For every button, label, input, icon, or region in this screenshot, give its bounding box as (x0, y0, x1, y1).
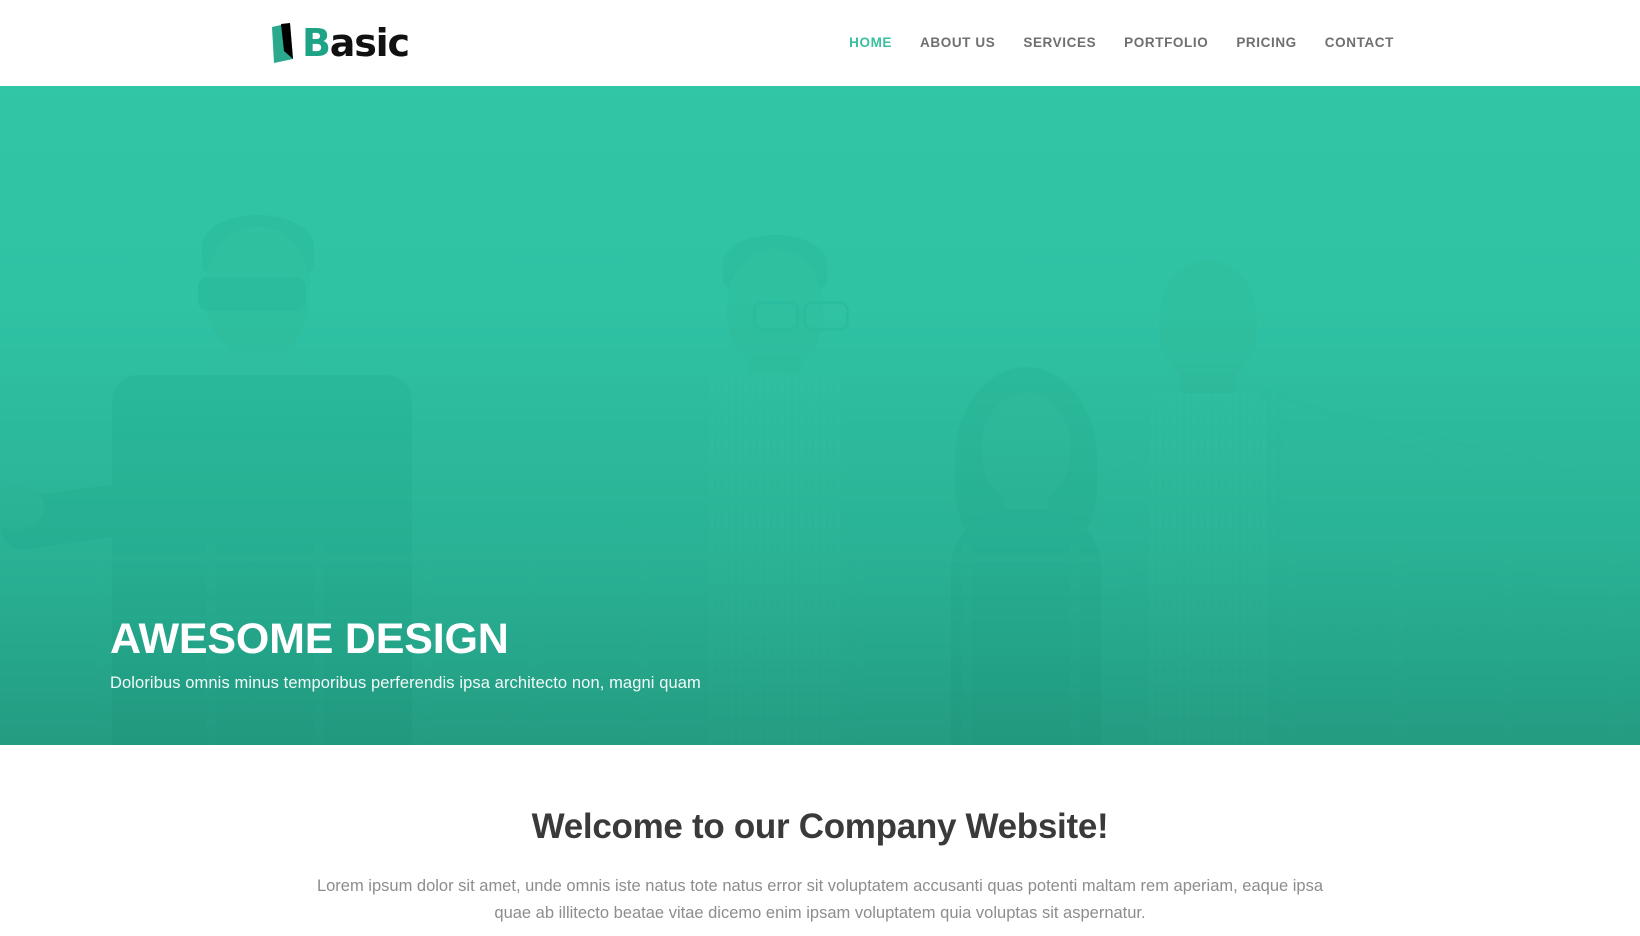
nav-item-about-us[interactable]: ABOUT US (906, 0, 1009, 86)
brand-logo[interactable]: Basic (268, 18, 410, 68)
nav-item-pricing[interactable]: PRICING (1222, 0, 1310, 86)
brand-text: Basic (302, 21, 410, 65)
nav-item-portfolio[interactable]: PORTFOLIO (1110, 0, 1222, 86)
nav-item-contact[interactable]: CONTACT (1311, 0, 1408, 86)
page-root: Basic HOME ABOUT US SERVICES PORTFOLIO P… (0, 0, 1640, 936)
site-header: Basic HOME ABOUT US SERVICES PORTFOLIO P… (0, 0, 1640, 86)
nav-item-home[interactable]: HOME (835, 0, 906, 86)
welcome-section: Welcome to our Company Website! Lorem ip… (0, 745, 1640, 927)
brand-rest: asic (329, 21, 410, 65)
hero-content: AWESOME DESIGN Doloribus omnis minus tem… (110, 614, 701, 693)
nav-item-services[interactable]: SERVICES (1009, 0, 1110, 86)
hero-title: AWESOME DESIGN (110, 614, 509, 663)
hero-banner: AWESOME DESIGN Doloribus omnis minus tem… (0, 86, 1640, 745)
main-navigation: HOME ABOUT US SERVICES PORTFOLIO PRICING… (835, 0, 1408, 86)
welcome-paragraph: Lorem ipsum dolor sit amet, unde omnis i… (316, 877, 1324, 922)
hero-subtitle: Doloribus omnis minus temporibus perfere… (110, 674, 701, 692)
brand-initial: B (302, 21, 331, 65)
flag-triangle-icon (268, 21, 300, 65)
welcome-title: Welcome to our Company Website! (531, 807, 1109, 846)
